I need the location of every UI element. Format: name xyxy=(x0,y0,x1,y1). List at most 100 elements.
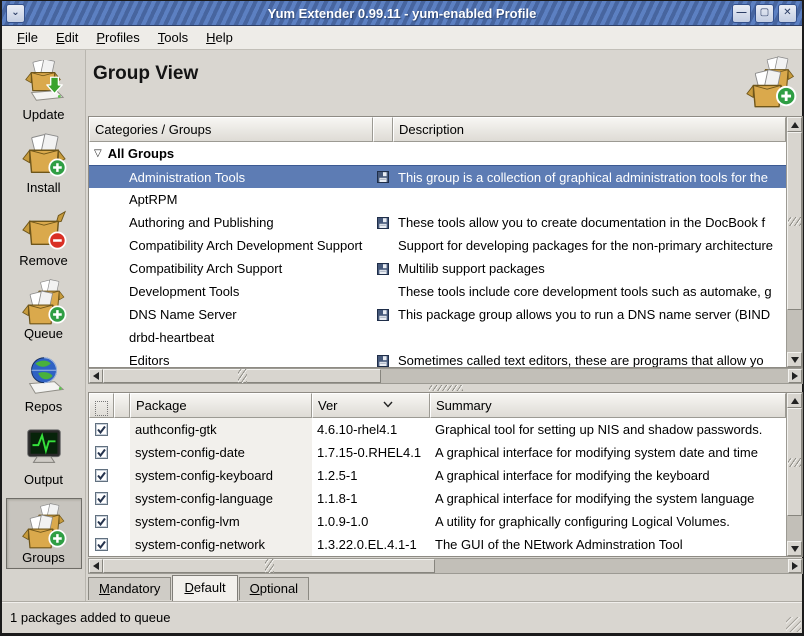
group-description: This package group allows you to run a D… xyxy=(393,303,786,326)
menu-tools[interactable]: Tools xyxy=(149,27,197,48)
group-row[interactable]: Authoring and Publishing These tools all… xyxy=(89,211,786,234)
scroll-up-button[interactable] xyxy=(787,117,802,132)
pane-splitter[interactable] xyxy=(88,384,803,392)
scroll-right-button[interactable] xyxy=(788,559,802,573)
resize-grip[interactable] xyxy=(786,617,801,632)
package-ver: 1.3.22.0.EL.4.1-1 xyxy=(312,533,430,556)
triangle-down-icon[interactable]: ▽ xyxy=(94,148,102,159)
group-name: AptRPM xyxy=(89,188,373,211)
maximize-button[interactable]: ▢ xyxy=(755,4,774,23)
menu-help[interactable]: Help xyxy=(197,27,242,48)
scroll-left-button[interactable] xyxy=(89,369,103,383)
arrow-left-icon xyxy=(93,562,99,570)
scroll-right-button[interactable] xyxy=(788,369,802,383)
scrollbar-thumb[interactable] xyxy=(787,132,802,310)
arrow-down-icon xyxy=(791,546,799,552)
group-name: Authoring and Publishing xyxy=(89,211,373,234)
menu-edit[interactable]: Edit xyxy=(47,27,87,48)
package-checkbox[interactable] xyxy=(95,469,108,482)
package-row[interactable]: system-config-lvm 1.0.9-1.0 A utility fo… xyxy=(89,510,786,533)
group-view-icon xyxy=(745,56,797,108)
groups-icon xyxy=(21,503,67,549)
sidebar-item-repos[interactable]: Repos xyxy=(6,352,82,414)
sort-descending-icon xyxy=(383,401,393,408)
package-checkbox[interactable] xyxy=(95,515,108,528)
package-row[interactable]: system-config-date 1.7.15-0.RHEL4.1 A gr… xyxy=(89,441,786,464)
sidebar: Update Install Remove xyxy=(2,50,86,601)
group-row[interactable]: Editors Sometimes called text editors, t… xyxy=(89,349,786,367)
titlebar[interactable]: Yum Extender 0.99.11 - yum-enabled Profi… xyxy=(2,1,802,26)
group-description: Sometimes called text editors, these are… xyxy=(393,349,786,367)
package-name: system-config-lvm xyxy=(130,510,312,533)
package-summary: A graphical interface for modifying the … xyxy=(430,464,786,487)
sidebar-item-queue[interactable]: Queue xyxy=(6,279,82,341)
scrollbar-thumb[interactable] xyxy=(103,559,435,573)
package-checkbox[interactable] xyxy=(95,538,108,551)
package-row[interactable]: authconfig-gtk 4.6.10-rhel4.1 Graphical … xyxy=(89,418,786,441)
column-header-checkbox[interactable] xyxy=(89,393,114,418)
column-header-icon[interactable] xyxy=(373,117,393,142)
arrow-down-icon xyxy=(791,357,799,363)
menu-file[interactable]: File xyxy=(8,27,47,48)
sidebar-item-update[interactable]: Update xyxy=(6,60,82,122)
group-name: Development Tools xyxy=(89,280,373,303)
group-row[interactable]: Development Tools These tools include co… xyxy=(89,280,786,303)
package-row[interactable]: system-config-language 1.1.8-1 A graphic… xyxy=(89,487,786,510)
maximize-icon: ▢ xyxy=(760,8,769,18)
groups-horizontal-scrollbar[interactable] xyxy=(88,368,803,384)
package-summary: A graphical interface for modifying the … xyxy=(430,487,786,510)
column-header-ver[interactable]: Ver xyxy=(312,393,430,418)
close-button[interactable]: ✕ xyxy=(778,4,797,23)
tab-mandatory[interactable]: Mandatory xyxy=(88,577,171,600)
package-name: system-config-keyboard xyxy=(130,464,312,487)
packages-vertical-scrollbar[interactable] xyxy=(786,393,802,556)
arrow-right-icon xyxy=(792,562,798,570)
package-ver: 1.2.5-1 xyxy=(312,464,430,487)
package-ver: 1.0.9-1.0 xyxy=(312,510,430,533)
floppy-icon xyxy=(377,263,389,275)
group-row[interactable]: AptRPM xyxy=(89,188,786,211)
window-menu-button[interactable]: ⌄ xyxy=(6,4,25,23)
group-row[interactable]: Administration Tools This group is a col… xyxy=(89,165,786,188)
column-header-gap[interactable] xyxy=(114,393,130,418)
group-row[interactable]: DNS Name Server This package group allow… xyxy=(89,303,786,326)
scroll-left-button[interactable] xyxy=(89,559,103,573)
package-checkbox[interactable] xyxy=(95,423,108,436)
column-header-summary[interactable]: Summary xyxy=(430,393,786,418)
check-icon xyxy=(96,470,107,481)
column-header-categories-groups[interactable]: Categories / Groups xyxy=(89,117,373,142)
group-name: drbd-heartbeat xyxy=(89,326,373,349)
sidebar-item-groups[interactable]: Groups xyxy=(6,498,82,569)
group-row[interactable]: Compatibility Arch Development Support S… xyxy=(89,234,786,257)
chevron-down-icon: ⌄ xyxy=(11,8,19,18)
column-header-description[interactable]: Description xyxy=(393,117,786,142)
tab-default[interactable]: Default xyxy=(172,575,237,601)
group-row[interactable]: Compatibility Arch Support Multilib supp… xyxy=(89,257,786,280)
queue-icon xyxy=(21,279,67,325)
package-checkbox[interactable] xyxy=(95,446,108,459)
sidebar-item-output[interactable]: Output xyxy=(6,425,82,487)
package-row[interactable]: system-config-network 1.3.22.0.EL.4.1-1 … xyxy=(89,533,786,556)
package-row[interactable]: system-config-keyboard 1.2.5-1 A graphic… xyxy=(89,464,786,487)
minimize-button[interactable]: — xyxy=(732,4,751,23)
column-header-package[interactable]: Package xyxy=(130,393,312,418)
groups-vertical-scrollbar[interactable] xyxy=(786,117,802,367)
sidebar-item-install[interactable]: Install xyxy=(6,133,82,195)
floppy-icon xyxy=(377,309,389,321)
sidebar-item-remove[interactable]: Remove xyxy=(6,206,82,268)
scrollbar-thumb[interactable] xyxy=(787,408,802,516)
group-name: Editors xyxy=(89,349,373,367)
package-checkbox[interactable] xyxy=(95,492,108,505)
group-row[interactable]: drbd-heartbeat xyxy=(89,326,786,349)
scroll-down-button[interactable] xyxy=(787,352,802,367)
group-description: This group is a collection of graphical … xyxy=(393,166,786,188)
group-root-row[interactable]: ▽ All Groups xyxy=(89,142,786,165)
scrollbar-thumb[interactable] xyxy=(103,369,381,383)
scroll-down-button[interactable] xyxy=(787,541,802,556)
package-summary: The GUI of the NEtwork Adminstration Too… xyxy=(430,533,786,556)
menu-profiles[interactable]: Profiles xyxy=(87,27,148,48)
tab-optional[interactable]: Optional xyxy=(239,577,309,600)
packages-horizontal-scrollbar[interactable] xyxy=(88,558,803,574)
statusbar: 1 packages added to queue xyxy=(2,601,802,633)
scroll-up-button[interactable] xyxy=(787,393,802,408)
